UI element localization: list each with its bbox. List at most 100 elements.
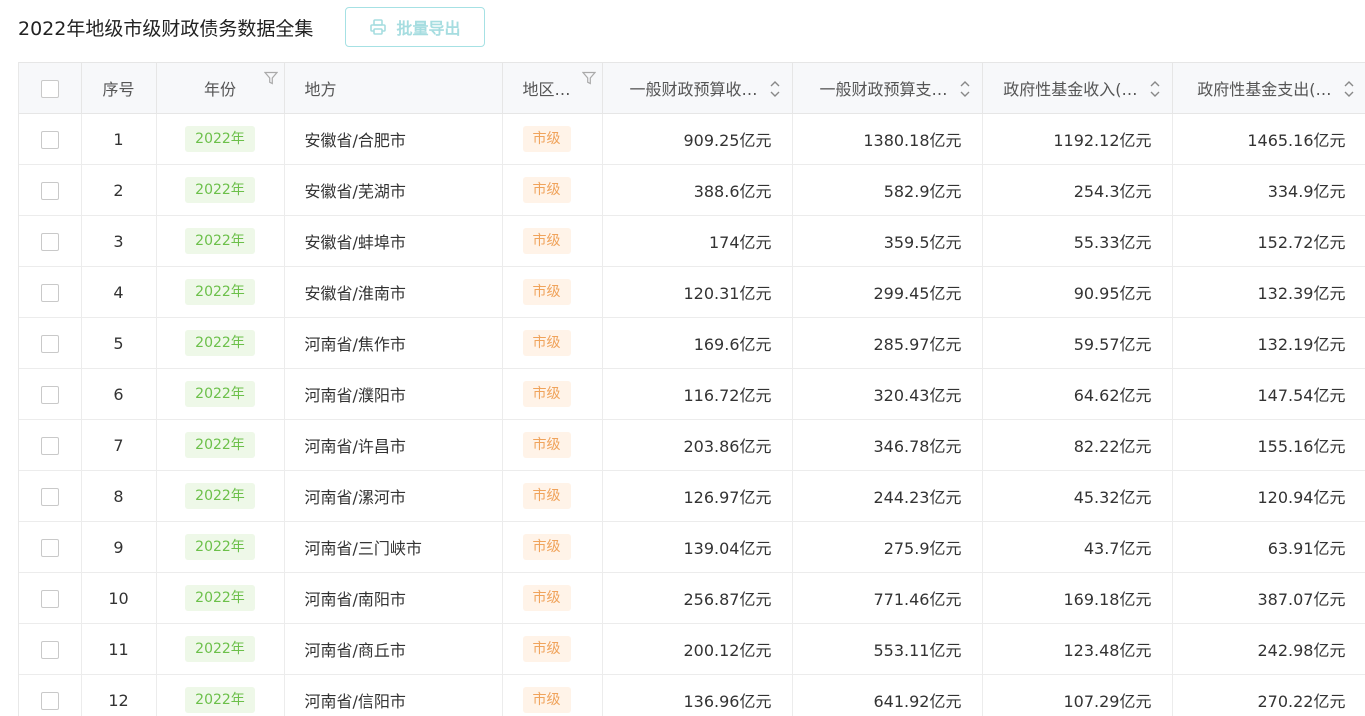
year-tag: 2022年 — [185, 687, 255, 713]
row-checkbox[interactable] — [40, 385, 59, 404]
cell-region: 河南省/三门峡市 — [284, 521, 503, 573]
header-general-expenditure[interactable]: 一般财政预算支… — [792, 62, 983, 114]
level-tag: 市级 — [522, 279, 571, 305]
cell-region: 河南省/漯河市 — [284, 470, 503, 522]
row-checkbox[interactable] — [40, 232, 59, 251]
cell-general-revenue: 174亿元 — [602, 215, 793, 267]
cell-region: 河南省/南阳市 — [284, 572, 503, 624]
header-region-label: 地方 — [304, 80, 337, 99]
cell-year: 2022年 — [156, 572, 285, 624]
row-checkbox[interactable] — [40, 130, 59, 149]
data-table-container[interactable]: 序号 年份 地方 地区… 一般财政预算收… 一般财政预算支… 政府性基金收入(…… — [18, 62, 1365, 716]
row-select-cell[interactable] — [19, 674, 82, 716]
cell-year: 2022年 — [156, 470, 285, 522]
batch-export-button[interactable]: 批量导出 — [345, 7, 485, 47]
row-select-cell[interactable] — [19, 521, 82, 573]
table-row[interactable]: 2 2022年 安徽省/芜湖市 市级 388.6亿元 582.9亿元 254.3… — [19, 164, 1365, 216]
table-row[interactable]: 8 2022年 河南省/漯河市 市级 126.97亿元 244.23亿元 45.… — [19, 470, 1365, 522]
table-row[interactable]: 9 2022年 河南省/三门峡市 市级 139.04亿元 275.9亿元 43.… — [19, 521, 1365, 573]
cell-general-revenue: 116.72亿元 — [602, 368, 793, 420]
table-row[interactable]: 5 2022年 河南省/焦作市 市级 169.6亿元 285.97亿元 59.5… — [19, 317, 1365, 369]
cell-fund-revenue: 82.22亿元 — [982, 419, 1173, 471]
year-tag: 2022年 — [185, 279, 255, 305]
cell-index: 5 — [81, 317, 157, 369]
table-row[interactable]: 10 2022年 河南省/南阳市 市级 256.87亿元 771.46亿元 16… — [19, 572, 1365, 624]
row-select-cell[interactable] — [19, 215, 82, 267]
row-select-cell[interactable] — [19, 470, 82, 522]
row-select-cell[interactable] — [19, 572, 82, 624]
sort-icon[interactable] — [1148, 79, 1162, 99]
filter-icon[interactable] — [581, 71, 596, 85]
row-select-cell[interactable] — [19, 266, 82, 318]
header-fund-expenditure[interactable]: 政府性基金支出(… — [1172, 62, 1365, 114]
row-select-cell[interactable] — [19, 623, 82, 675]
row-checkbox[interactable] — [40, 283, 59, 302]
row-checkbox[interactable] — [40, 640, 59, 659]
header-general-revenue-label: 一般财政预算收… — [629, 80, 758, 99]
cell-index: 2 — [81, 164, 157, 216]
row-checkbox[interactable] — [40, 181, 59, 200]
cell-fund-expenditure: 63.91亿元 — [1172, 521, 1365, 573]
header-general-revenue[interactable]: 一般财政预算收… — [602, 62, 793, 114]
row-select-cell[interactable] — [19, 419, 82, 471]
cell-general-expenditure: 771.46亿元 — [792, 572, 983, 624]
table-row[interactable]: 11 2022年 河南省/商丘市 市级 200.12亿元 553.11亿元 12… — [19, 623, 1365, 675]
cell-index: 9 — [81, 521, 157, 573]
cell-fund-revenue: 254.3亿元 — [982, 164, 1173, 216]
cell-general-revenue: 909.25亿元 — [602, 113, 793, 165]
sort-icon[interactable] — [1342, 79, 1356, 99]
cell-general-revenue: 136.96亿元 — [602, 674, 793, 716]
row-checkbox[interactable] — [40, 691, 59, 710]
row-select-cell[interactable] — [19, 113, 82, 165]
cell-fund-expenditure: 132.39亿元 — [1172, 266, 1365, 318]
sort-icon[interactable] — [768, 79, 782, 99]
filter-icon[interactable] — [263, 71, 278, 85]
cell-index: 8 — [81, 470, 157, 522]
header-year[interactable]: 年份 — [156, 62, 285, 114]
table-row[interactable]: 3 2022年 安徽省/蚌埠市 市级 174亿元 359.5亿元 55.33亿元… — [19, 215, 1365, 267]
level-tag: 市级 — [522, 330, 571, 356]
table-row[interactable]: 7 2022年 河南省/许昌市 市级 203.86亿元 346.78亿元 82.… — [19, 419, 1365, 471]
select-all-checkbox[interactable] — [40, 79, 59, 98]
cell-fund-revenue: 123.48亿元 — [982, 623, 1173, 675]
cell-fund-expenditure: 387.07亿元 — [1172, 572, 1365, 624]
cell-level: 市级 — [502, 521, 603, 573]
cell-year: 2022年 — [156, 317, 285, 369]
header-select-all[interactable] — [19, 62, 82, 114]
row-checkbox[interactable] — [40, 538, 59, 557]
cell-year: 2022年 — [156, 521, 285, 573]
row-select-cell[interactable] — [19, 368, 82, 420]
cell-year: 2022年 — [156, 215, 285, 267]
cell-region: 河南省/濮阳市 — [284, 368, 503, 420]
row-checkbox[interactable] — [40, 589, 59, 608]
header-general-expenditure-label: 一般财政预算支… — [819, 80, 948, 99]
cell-region: 安徽省/合肥市 — [284, 113, 503, 165]
table-row[interactable]: 1 2022年 安徽省/合肥市 市级 909.25亿元 1380.18亿元 11… — [19, 113, 1365, 165]
level-tag: 市级 — [522, 432, 571, 458]
level-tag: 市级 — [522, 636, 571, 662]
cell-level: 市级 — [502, 674, 603, 716]
sort-icon[interactable] — [958, 79, 972, 99]
cell-index: 4 — [81, 266, 157, 318]
cell-fund-expenditure: 334.9亿元 — [1172, 164, 1365, 216]
row-checkbox[interactable] — [40, 487, 59, 506]
cell-fund-expenditure: 147.54亿元 — [1172, 368, 1365, 420]
year-tag: 2022年 — [185, 483, 255, 509]
table-row[interactable]: 6 2022年 河南省/濮阳市 市级 116.72亿元 320.43亿元 64.… — [19, 368, 1365, 420]
cell-region: 安徽省/淮南市 — [284, 266, 503, 318]
table-row[interactable]: 4 2022年 安徽省/淮南市 市级 120.31亿元 299.45亿元 90.… — [19, 266, 1365, 318]
level-tag: 市级 — [522, 483, 571, 509]
row-select-cell[interactable] — [19, 164, 82, 216]
row-checkbox[interactable] — [40, 334, 59, 353]
table-row[interactable]: 12 2022年 河南省/信阳市 市级 136.96亿元 641.92亿元 10… — [19, 674, 1365, 716]
header-level[interactable]: 地区… — [502, 62, 603, 114]
cell-index: 6 — [81, 368, 157, 420]
row-select-cell[interactable] — [19, 317, 82, 369]
cell-level: 市级 — [502, 266, 603, 318]
row-checkbox[interactable] — [40, 436, 59, 455]
header-level-label: 地区… — [522, 80, 571, 99]
cell-fund-expenditure: 152.72亿元 — [1172, 215, 1365, 267]
cell-general-expenditure: 299.45亿元 — [792, 266, 983, 318]
cell-region: 河南省/许昌市 — [284, 419, 503, 471]
header-fund-revenue[interactable]: 政府性基金收入(… — [982, 62, 1173, 114]
